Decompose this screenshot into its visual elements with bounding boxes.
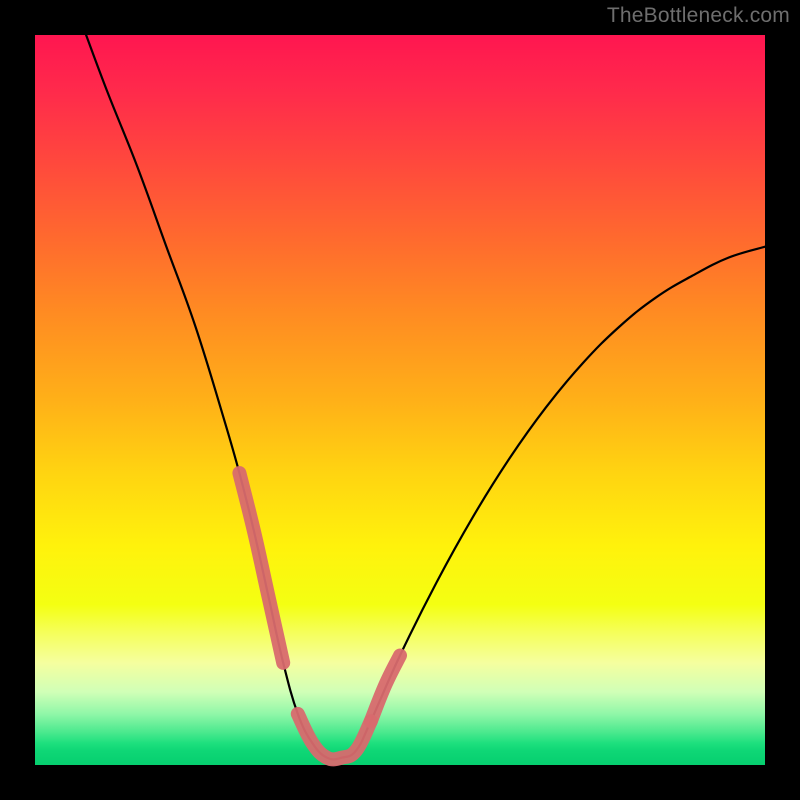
curve-layer [35,35,765,765]
watermark-text: TheBottleneck.com [607,4,790,28]
chart-stage: TheBottleneck.com [0,0,800,800]
highlight-segment-1 [298,714,371,759]
bottleneck-curve [86,35,765,759]
highlight-group [239,473,400,759]
highlight-segment-0 [239,473,283,663]
highlight-segment-2 [371,656,400,722]
gradient-plot-area [35,35,765,765]
